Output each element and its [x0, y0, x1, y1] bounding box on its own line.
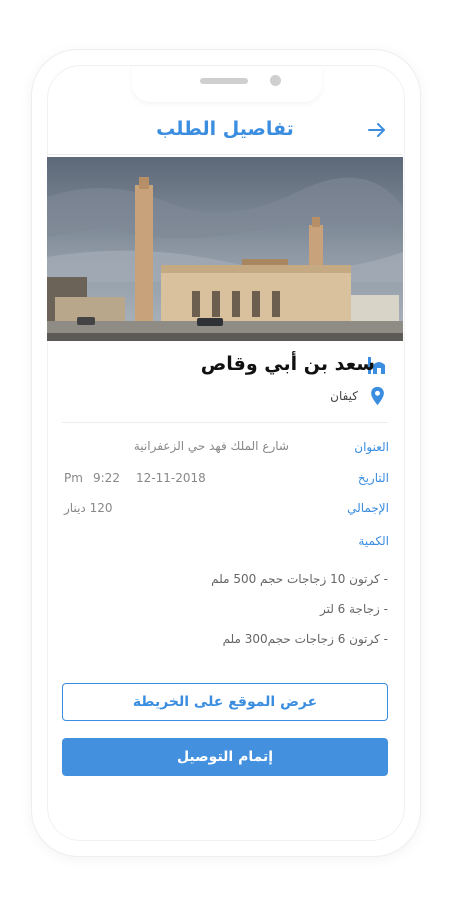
- show-map-button[interactable]: عرض الموقع على الخريطة: [62, 683, 388, 721]
- time-value: 9:22: [93, 471, 120, 485]
- date-value: 12-11-2018: [136, 471, 206, 485]
- address-label: العنوان: [354, 440, 389, 454]
- arrow-right-icon[interactable]: [366, 119, 388, 141]
- page-title: تفاصيل الطلب: [156, 118, 294, 140]
- header-divider: [47, 154, 403, 155]
- phone-speaker: [200, 78, 248, 84]
- details-divider: [62, 422, 388, 423]
- list-item: - زجاجة 6 لتر: [319, 602, 388, 616]
- list-item: - كرتون 10 زجاجات حجم 500 ملم: [211, 572, 388, 586]
- total-value: 120 دينار: [64, 501, 113, 515]
- list-item: - كرتون 6 زجاجات حجم300 ملم: [222, 632, 388, 646]
- city-name: كيفان: [330, 389, 358, 403]
- phone-camera: [270, 75, 281, 86]
- total-label: الإجمالي: [347, 501, 389, 515]
- date-label: التاريخ: [357, 471, 389, 485]
- map-pin-icon: [371, 386, 384, 406]
- time-period: Pm: [64, 471, 83, 485]
- complete-delivery-button[interactable]: إتمام التوصيل: [62, 738, 388, 776]
- quantity-label: الكمية: [358, 534, 389, 548]
- place-name: سعد بن أبي وقاص: [200, 353, 375, 375]
- phone-notch: [132, 66, 322, 102]
- address-value: شارع الملك فهد حي الزعفرانية: [133, 439, 289, 453]
- mosque-photo: [47, 157, 403, 341]
